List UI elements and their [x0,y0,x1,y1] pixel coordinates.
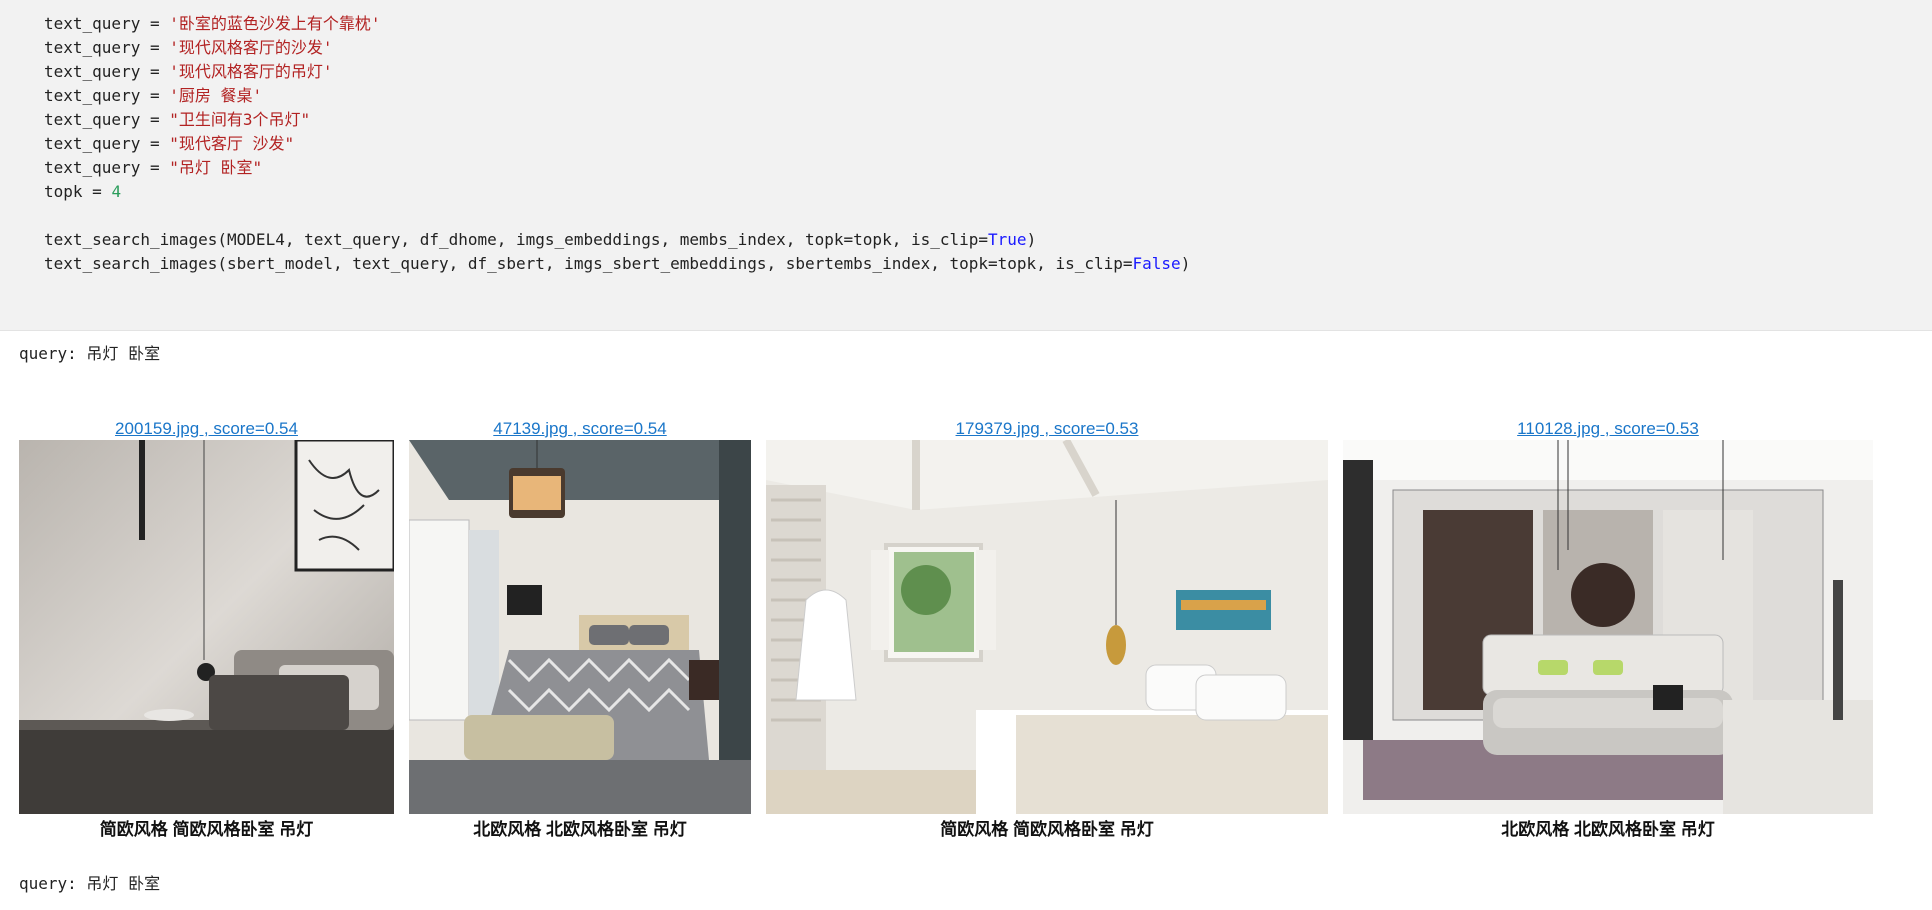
code-line: text_query = "吊灯 卧室" [44,158,263,177]
code-line: topk = 4 [44,182,122,201]
code-line: text_search_images(MODEL4, text_query, d… [44,230,1037,249]
code-line: text_query = "现代客厅 沙发" [44,134,295,153]
code-line: text_search_images(sbert_model, text_que… [44,254,1191,273]
result-link[interactable]: 110128.jpg , score=0.53 [1343,418,1873,440]
code-line: text_query = '现代风格客厅的沙发' [44,38,333,57]
result-image [409,440,751,814]
code-line: text_query = '厨房 餐桌' [44,86,263,105]
result-caption: 简欧风格 简欧风格卧室 吊灯 [940,820,1154,839]
result-image [1343,440,1873,814]
code-line: text_query = '卧室的蓝色沙发上有个靠枕' [44,14,381,33]
code-line: text_query = '现代风格客厅的吊灯' [44,62,333,81]
result-image [19,440,394,814]
query-output: query: 吊灯 卧室 [19,874,161,893]
code-line: text_query = "卫生间有3个吊灯" [44,110,311,129]
result-link[interactable]: 179379.jpg , score=0.53 [766,418,1328,440]
result-caption: 北欧风格 北欧风格卧室 吊灯 [1501,820,1715,839]
code-cell[interactable]: text_query = '卧室的蓝色沙发上有个靠枕' text_query =… [0,0,1932,331]
query-output: query: 吊灯 卧室 [19,344,161,363]
result-caption: 简欧风格 简欧风格卧室 吊灯 [99,820,314,839]
result-link[interactable]: 47139.jpg , score=0.54 [409,418,751,440]
result-caption: 北欧风格 北欧风格卧室 吊灯 [473,820,687,839]
result-link[interactable]: 200159.jpg , score=0.54 [19,418,394,440]
result-image [766,440,1328,814]
